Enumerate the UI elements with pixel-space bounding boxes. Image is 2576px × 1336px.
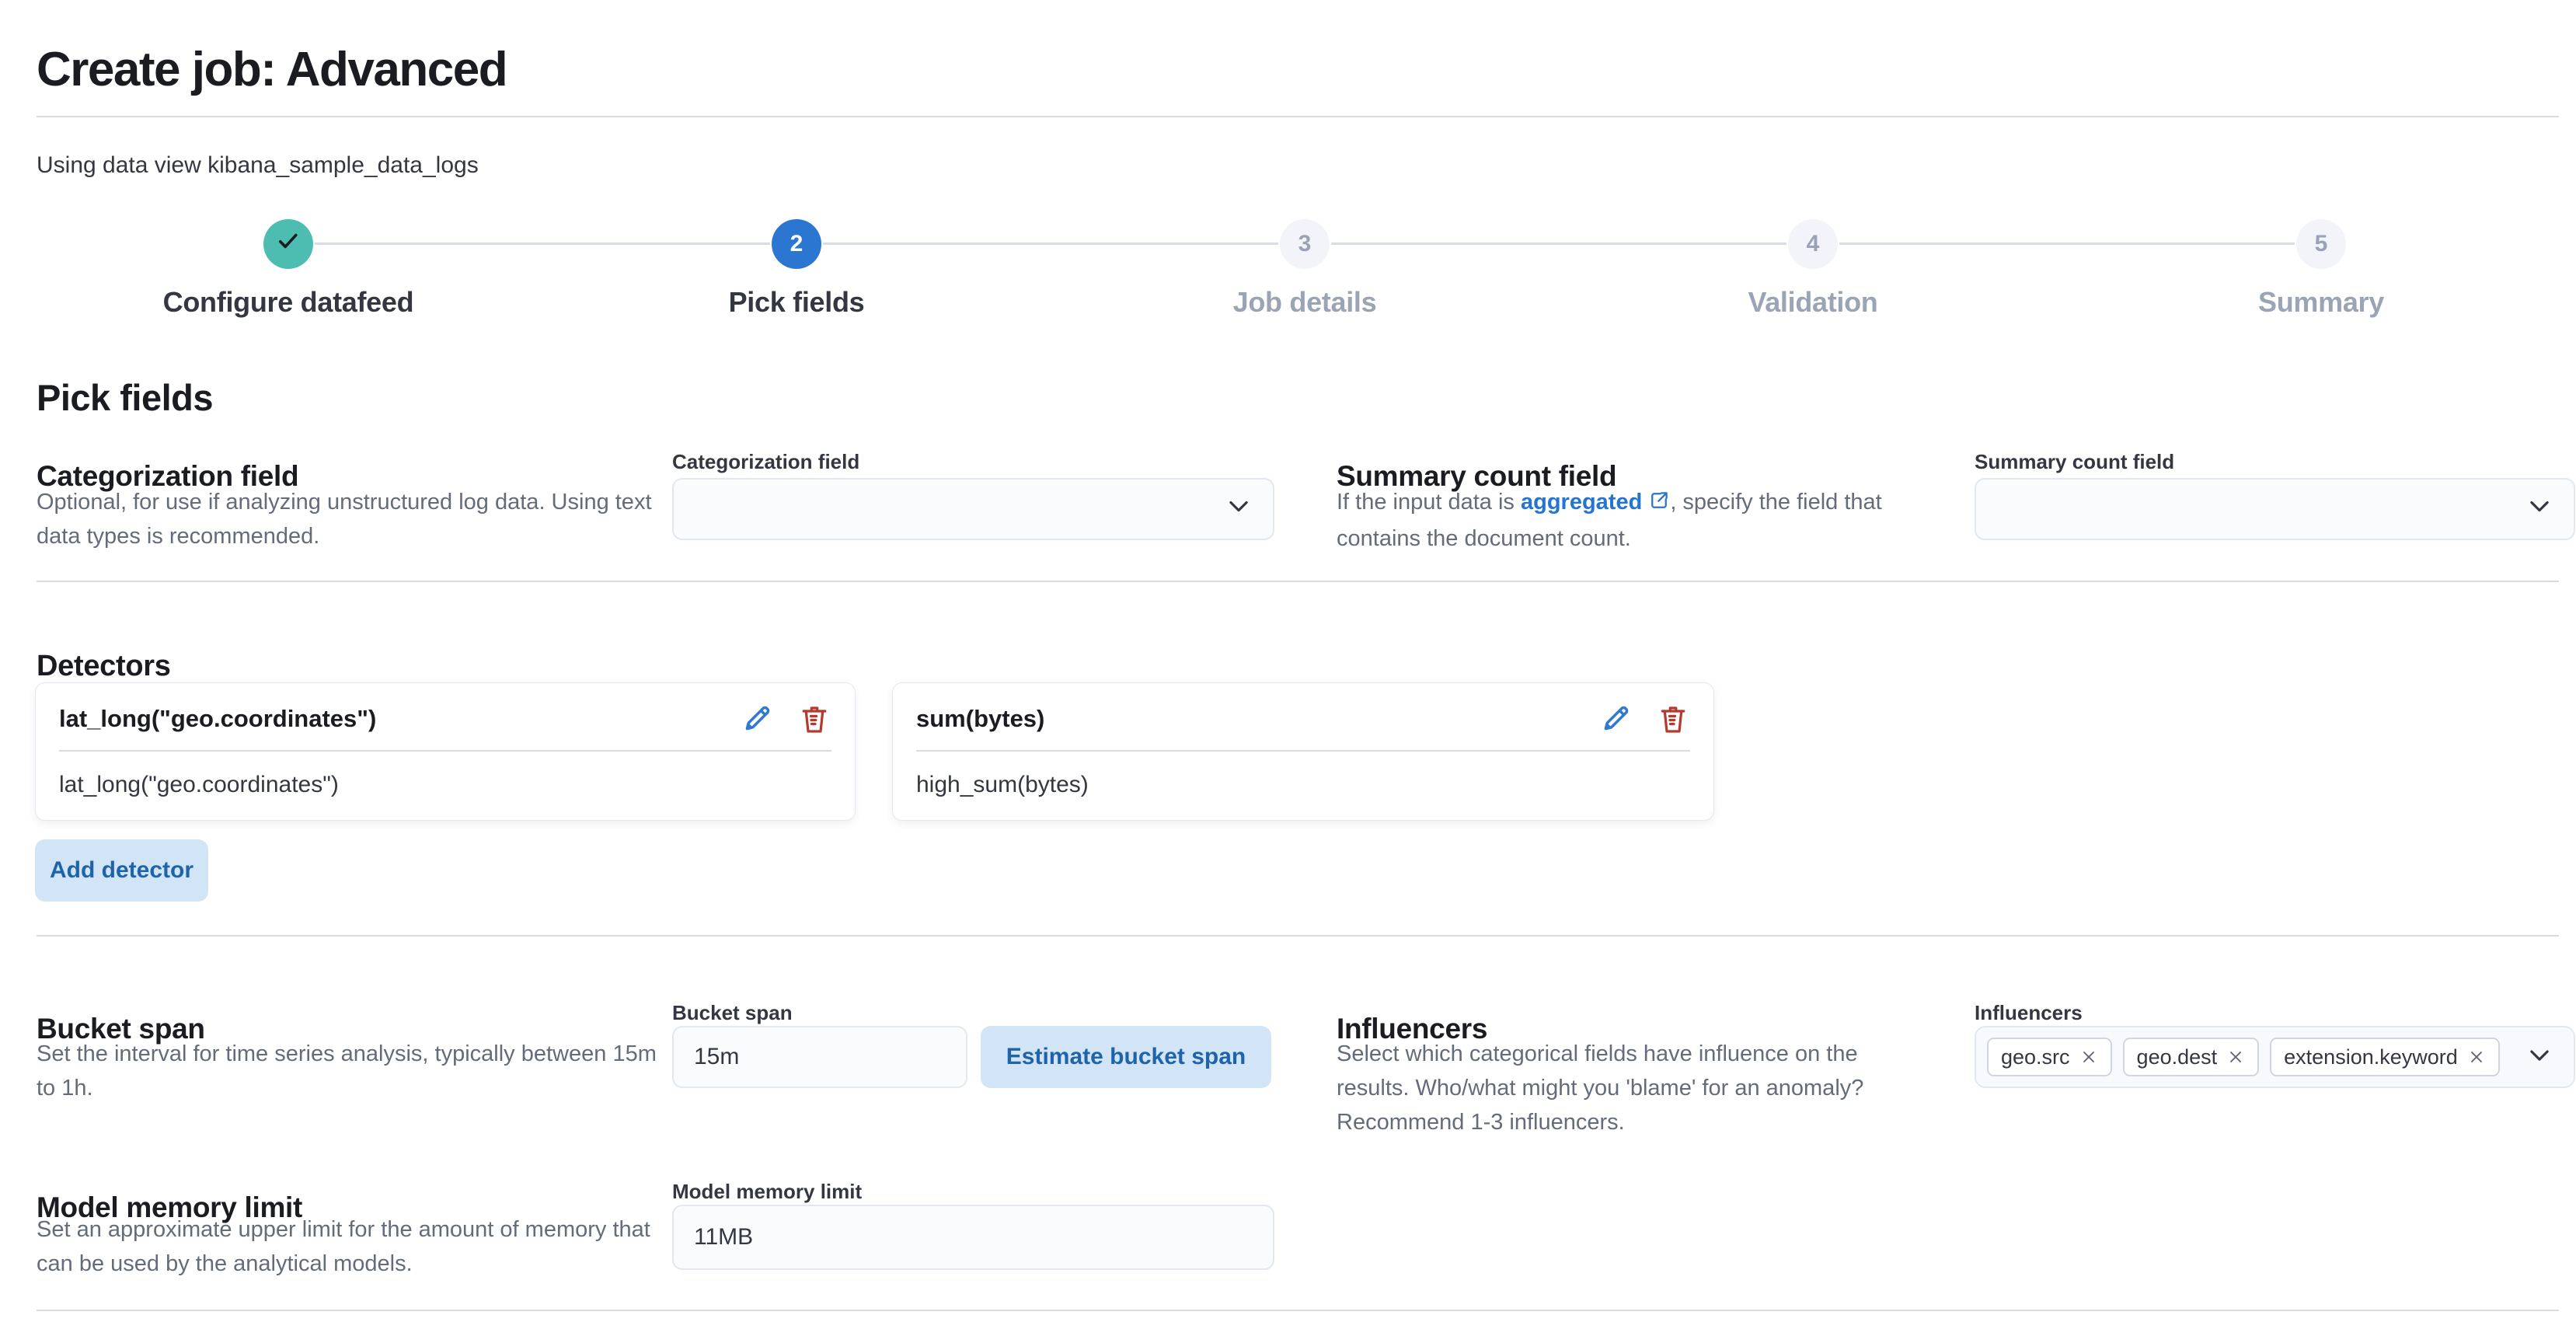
influencers-description: Select which categorical fields have inf…	[1337, 1041, 1864, 1135]
model-memory-limit-label: Model memory limit	[672, 1180, 863, 1203]
influencer-tag-label: geo.dest	[2136, 1045, 2218, 1069]
step-1-circle[interactable]	[263, 219, 313, 269]
chevron-down-icon	[2525, 1041, 2553, 1073]
influencer-tag-label: extension.keyword	[2284, 1045, 2458, 1069]
step-connector	[1839, 242, 2295, 245]
divider	[37, 935, 2559, 937]
estimate-bucket-span-button[interactable]: Estimate bucket span	[981, 1026, 1271, 1088]
detector-card: lat_long("geo.coordinates") lat_long("ge…	[35, 682, 856, 821]
step-2-circle[interactable]: 2	[772, 219, 821, 269]
step-5-label: Summary	[2258, 286, 2384, 318]
remove-tag-icon[interactable]	[2079, 1048, 2098, 1066]
divider	[916, 750, 1690, 752]
step-validation[interactable]: 4 Validation	[1559, 219, 2067, 319]
step-4-label: Validation	[1748, 286, 1878, 318]
step-3-circle[interactable]: 3	[1280, 219, 1330, 269]
detector-description: lat_long("geo.coordinates")	[59, 772, 339, 797]
step-job-details[interactable]: 3 Job details	[1051, 219, 1559, 319]
detector-title: lat_long("geo.coordinates")	[59, 705, 377, 732]
step-connector	[315, 242, 770, 245]
step-4-circle[interactable]: 4	[1788, 219, 1838, 269]
summary-count-desc-prefix: If the input data is	[1337, 490, 1521, 515]
divider	[37, 116, 2559, 117]
step-3-label: Job details	[1232, 286, 1377, 318]
remove-tag-icon[interactable]	[2226, 1048, 2245, 1066]
step-connector	[823, 242, 1278, 245]
step-3-number: 3	[1298, 231, 1312, 256]
influencer-tag: extension.keyword	[2270, 1038, 2500, 1076]
categorization-field-select[interactable]	[672, 478, 1274, 540]
influencer-tag: geo.dest	[2122, 1038, 2260, 1076]
influencers-combobox[interactable]: geo.src geo.dest extension.keyword	[1975, 1026, 2575, 1088]
wizard-steps: Configure datafeed 2 Pick fields 3 Job d…	[34, 219, 2575, 344]
aggregated-link[interactable]: aggregated	[1521, 490, 1642, 515]
categorization-field-description: Optional, for use if analyzing unstructu…	[37, 490, 652, 549]
chevron-down-icon	[2525, 492, 2553, 526]
check-icon	[275, 228, 302, 260]
summary-count-field-label: Summary count field	[1975, 450, 2175, 473]
edit-detector-button[interactable]	[1598, 702, 1633, 736]
step-5-number: 5	[2314, 231, 2328, 256]
detectors-heading: Detectors	[37, 650, 171, 682]
external-link-icon	[1648, 487, 1670, 521]
influencer-tag-label: geo.src	[2001, 1045, 2070, 1069]
detector-title: sum(bytes)	[916, 705, 1045, 732]
bucket-span-label: Bucket span	[672, 1001, 793, 1024]
delete-detector-button[interactable]	[797, 702, 831, 736]
step-connector	[1331, 242, 1786, 245]
step-4-number: 4	[1806, 231, 1820, 256]
step-2-label: Pick fields	[728, 286, 865, 318]
model-memory-limit-description: Set an approximate upper limit for the a…	[37, 1217, 650, 1276]
step-2-number: 2	[790, 231, 803, 256]
divider	[59, 750, 831, 752]
step-1-label: Configure datafeed	[162, 286, 414, 318]
data-view-subtitle: Using data view kibana_sample_data_logs	[37, 152, 479, 178]
bucket-span-input[interactable]	[672, 1026, 967, 1088]
step-5-circle[interactable]: 5	[2296, 219, 2346, 269]
add-detector-button[interactable]: Add detector	[35, 839, 208, 902]
section-heading-pick-fields: Pick fields	[37, 377, 214, 418]
delete-detector-button[interactable]	[1656, 702, 1690, 736]
step-summary[interactable]: 5 Summary	[2067, 219, 2575, 319]
divider	[37, 581, 2559, 582]
chevron-down-icon	[1225, 492, 1253, 526]
influencers-label: Influencers	[1975, 1001, 2083, 1024]
remove-tag-icon[interactable]	[2467, 1048, 2486, 1066]
step-configure-datafeed[interactable]: Configure datafeed	[34, 219, 542, 319]
page-title: Create job: Advanced	[37, 42, 508, 96]
detector-card: sum(bytes) high_sum(bytes)	[892, 682, 1714, 821]
divider	[37, 1310, 2559, 1311]
step-pick-fields[interactable]: 2 Pick fields	[542, 219, 1051, 319]
edit-detector-button[interactable]	[740, 702, 774, 736]
categorization-field-label: Categorization field	[672, 450, 860, 473]
bucket-span-description: Set the interval for time series analysi…	[37, 1041, 657, 1101]
detector-description: high_sum(bytes)	[916, 772, 1089, 797]
summary-count-field-select[interactable]	[1975, 478, 2575, 540]
summary-count-field-description: If the input data is aggregated, specify…	[1337, 485, 1915, 556]
model-memory-limit-input[interactable]	[672, 1205, 1274, 1270]
influencer-tag: geo.src	[1987, 1038, 2112, 1076]
